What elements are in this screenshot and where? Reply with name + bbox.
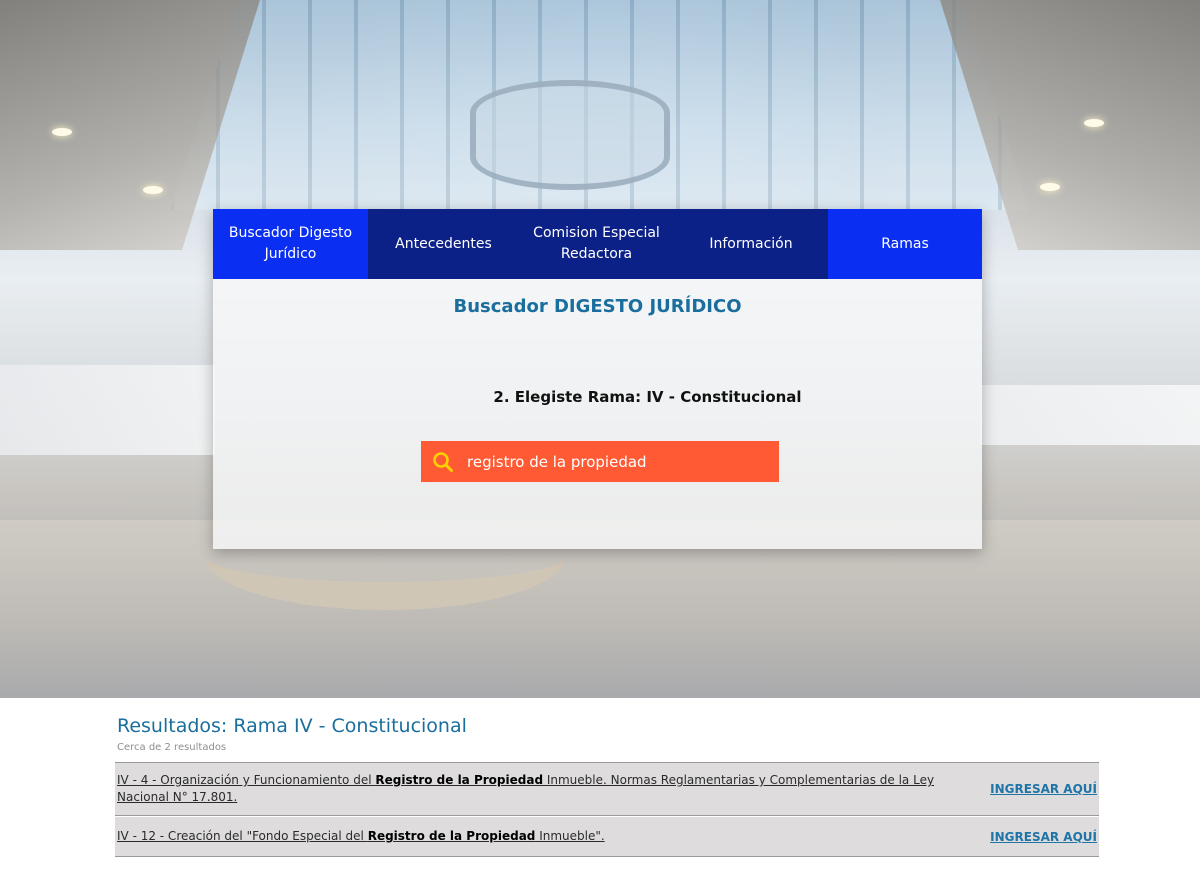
- nav-item-label: Buscador Digesto Jurídico: [228, 225, 353, 262]
- search-icon[interactable]: [421, 441, 465, 482]
- nav-item-label: Comision Especial Redactora: [533, 225, 660, 262]
- results-heading: Resultados: Rama IV - Constitucional: [117, 715, 467, 737]
- glass-cylinder-decoration: [470, 80, 670, 190]
- nav-item-label: Ramas: [881, 235, 929, 252]
- ingresar-link[interactable]: INGRESAR AQUÍ: [987, 830, 1097, 844]
- wall-right-decoration: [980, 385, 1200, 445]
- result-title-link[interactable]: IV - 4 - Organización y Funcionamiento d…: [117, 772, 987, 806]
- search-bar[interactable]: [421, 441, 779, 482]
- ceiling-light: [1040, 183, 1060, 191]
- nav-item-label: Información: [709, 235, 793, 252]
- wall-left-decoration: [0, 365, 215, 455]
- nav-item-label: Antecedentes: [395, 235, 492, 252]
- search-panel: Buscador Digesto Jurídico Antecedentes Co…: [213, 209, 982, 549]
- result-title-link[interactable]: IV - 12 - Creación del "Fondo Especial d…: [117, 828, 987, 845]
- ingresar-link[interactable]: INGRESAR AQUÍ: [987, 782, 1097, 796]
- page-title: Buscador DIGESTO JURÍDICO: [453, 296, 742, 317]
- nav-item-antecedentes[interactable]: Antecedentes: [368, 209, 519, 279]
- table-row: IV - 12 - Creación del "Fondo Especial d…: [115, 816, 1099, 857]
- nav-item-buscador[interactable]: Buscador Digesto Jurídico: [213, 209, 368, 279]
- ceiling-light: [52, 128, 72, 136]
- ceiling-light: [143, 186, 163, 194]
- nav-item-ramas[interactable]: Ramas: [828, 209, 982, 279]
- search-input[interactable]: [465, 441, 779, 482]
- nav-item-comision[interactable]: Comision Especial Redactora: [519, 209, 674, 279]
- ceiling-light: [1084, 119, 1104, 127]
- nav-item-informacion[interactable]: Información: [674, 209, 828, 279]
- main-nav: Buscador Digesto Jurídico Antecedentes Co…: [213, 209, 982, 279]
- results-table: IV - 4 - Organización y Funcionamiento d…: [115, 762, 1099, 857]
- selected-rama-label: 2. Elegiste Rama: IV - Constitucional: [493, 388, 802, 406]
- results-section: Resultados: Rama IV - Constitucional Cer…: [115, 714, 1099, 857]
- table-row: IV - 4 - Organización y Funcionamiento d…: [115, 763, 1099, 816]
- results-count: Cerca de 2 resultados: [117, 742, 227, 753]
